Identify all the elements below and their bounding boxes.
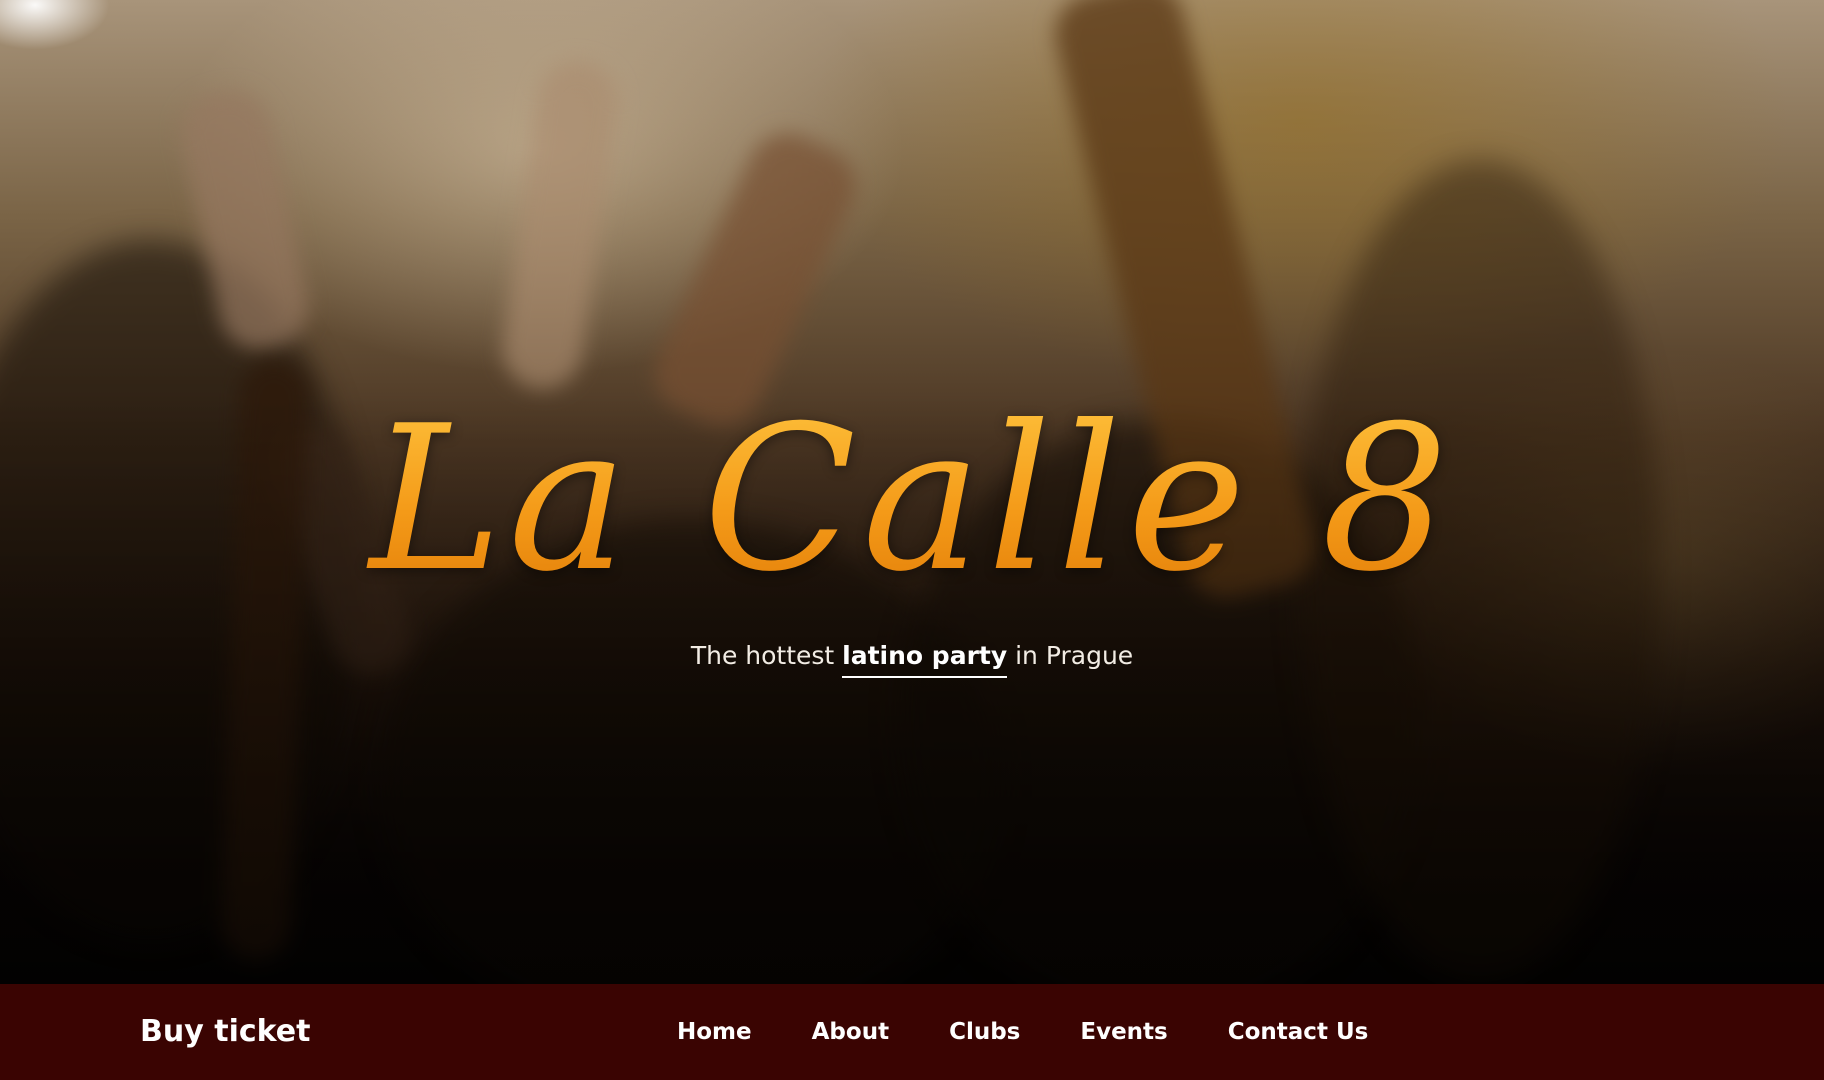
nav-link-events[interactable]: Events (1080, 1014, 1167, 1050)
hero-section: La Calle 8 The hottest latino party in P… (0, 0, 1824, 984)
nav-link-home[interactable]: Home (677, 1014, 752, 1050)
nav-link-clubs[interactable]: Clubs (949, 1014, 1020, 1050)
nav-link-about[interactable]: About (812, 1014, 889, 1050)
nav-link-contact-us[interactable]: Contact Us (1228, 1014, 1369, 1050)
brand-logo-title: La Calle 8 (0, 380, 1824, 620)
tagline-suffix: in Prague (1007, 641, 1134, 670)
tagline-prefix: The hottest (690, 641, 843, 670)
hero-tagline: The hottest latino party in Prague (0, 636, 1824, 678)
bottom-navbar: Buy ticket Home About Clubs Events Conta… (0, 984, 1824, 1080)
tagline-highlight: latino party (842, 641, 1008, 678)
nav-links: Home About Clubs Events Contact Us (677, 1014, 1368, 1050)
buy-ticket-link[interactable]: Buy ticket (140, 1010, 310, 1054)
